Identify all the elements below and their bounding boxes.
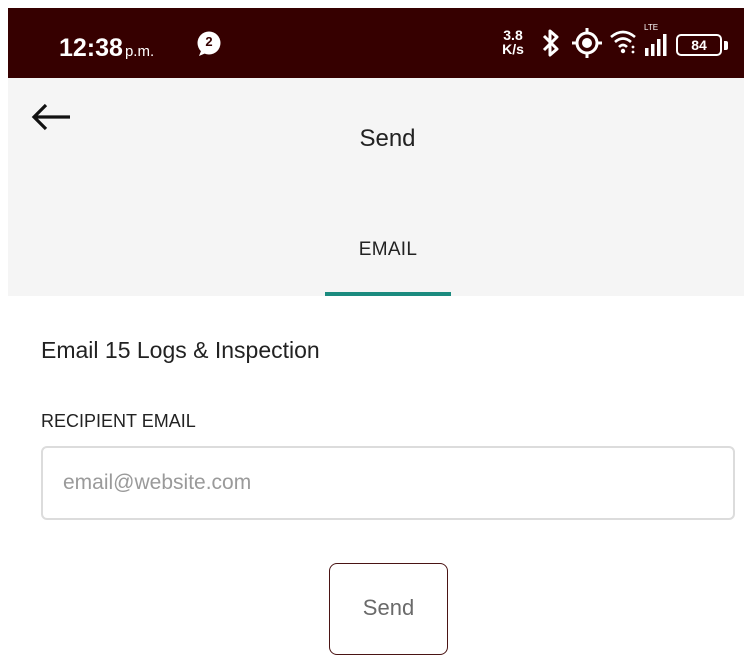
network-type-label: LTE xyxy=(644,23,659,32)
battery-tip xyxy=(724,41,728,50)
network-speed-value: 3.8 xyxy=(503,27,523,43)
clock-time: 12:38 xyxy=(59,34,123,62)
bluetooth-icon xyxy=(542,29,559,57)
send-button[interactable]: Send xyxy=(329,563,448,655)
recipient-email-input[interactable] xyxy=(41,446,735,520)
tab-email-label: EMAIL xyxy=(358,239,418,260)
tab-selected-indicator xyxy=(325,292,451,296)
status-time: 12:38 p.m. xyxy=(59,34,154,63)
page-title: Send xyxy=(359,125,416,152)
tab-email[interactable]: EMAIL xyxy=(324,228,452,296)
battery-level: 84 xyxy=(691,37,707,53)
recipient-email-label: RECIPIENT EMAIL xyxy=(41,411,196,431)
battery-icon: 84 xyxy=(676,34,722,56)
section-title: Email 15 Logs & Inspection xyxy=(41,337,320,363)
message-notification-icon: 2 xyxy=(196,31,222,57)
status-bar: 12:38 p.m. 2 3.8 K/s LTE 84 xyxy=(8,8,744,78)
signal-icon xyxy=(645,34,667,56)
notification-count: 2 xyxy=(205,34,213,49)
clock-ampm: p.m. xyxy=(124,43,155,60)
network-speed: 3.8 K/s xyxy=(498,28,528,56)
network-speed-unit: K/s xyxy=(502,41,524,57)
app-header: Send EMAIL xyxy=(8,78,744,296)
wifi-icon xyxy=(610,30,636,54)
location-icon xyxy=(572,28,602,58)
